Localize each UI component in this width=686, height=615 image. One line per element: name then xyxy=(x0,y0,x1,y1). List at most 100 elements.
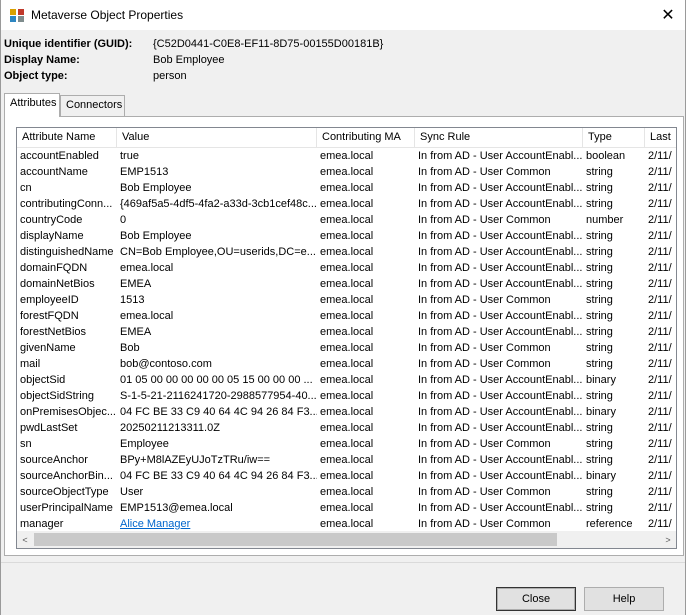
attribute-name-cell: accountName xyxy=(20,166,88,178)
sync-rule-cell: In from AD - User Common xyxy=(418,214,551,226)
table-row[interactable]: mail bob@contoso.com emea.local In from AD … xyxy=(17,357,676,373)
table-row[interactable]: objectSidString S-1-5-21-2116241720-29885… xyxy=(17,389,676,405)
table-row[interactable]: domainNetBios EMEA emea.local In from AD - … xyxy=(17,277,676,293)
last-cell: 2/11/ xyxy=(648,150,672,162)
tab-connectors[interactable]: Connectors xyxy=(60,95,125,116)
sync-rule-cell: In from AD - User AccountEnabl... xyxy=(418,470,583,482)
last-cell: 2/11/ xyxy=(648,198,672,210)
table-row[interactable]: domainFQDN emea.local emea.local In from AD… xyxy=(17,261,676,277)
last-cell: 2/11/ xyxy=(648,422,672,434)
info-value: person xyxy=(153,70,187,82)
type-cell: string xyxy=(586,342,613,354)
table-row[interactable]: cn Bob Employee emea.local In from AD - Use… xyxy=(17,181,676,197)
attribute-name-cell: domainNetBios xyxy=(20,278,95,290)
last-cell: 2/11/ xyxy=(648,214,672,226)
attribute-name-cell: countryCode xyxy=(20,214,83,226)
contributing-ma-cell: emea.local xyxy=(320,278,374,290)
col-last-header[interactable]: Last xyxy=(645,128,676,147)
horizontal-scrollbar[interactable]: < > xyxy=(17,531,676,548)
table-row[interactable]: distinguishedName CN=Bob Employee,OU=user… xyxy=(17,245,676,261)
sync-rule-cell: In from AD - User Common xyxy=(418,342,551,354)
last-cell: 2/11/ xyxy=(648,182,672,194)
type-cell: number xyxy=(586,214,624,226)
table-row[interactable]: sourceAnchor BPy+M8lAZEyUJoTzTRu/iw== emea… xyxy=(17,453,676,469)
contributing-ma-cell: emea.local xyxy=(320,374,374,386)
table-row[interactable]: accountName EMP1513 emea.local In from AD -… xyxy=(17,165,676,181)
contributing-ma-cell: emea.local xyxy=(320,310,374,322)
help-button[interactable]: Help xyxy=(584,587,664,611)
contributing-ma-cell: emea.local xyxy=(320,342,374,354)
attribute-name-cell: domainFQDN xyxy=(20,262,88,274)
close-button[interactable]: Close xyxy=(496,587,576,611)
table-row[interactable]: sourceObjectType User emea.local In from AD… xyxy=(17,485,676,501)
value-cell: BPy+M8lAZEyUJoTzTRu/iw== xyxy=(120,454,271,466)
tab-attributes[interactable]: Attributes xyxy=(4,93,60,117)
last-cell: 2/11/ xyxy=(648,246,672,258)
value-cell: 04 FC BE 33 C9 40 64 4C 94 26 84 F3... xyxy=(120,470,317,482)
last-cell: 2/11/ xyxy=(648,230,672,242)
type-cell: string xyxy=(586,486,613,498)
value-cell: emea.local xyxy=(120,310,174,322)
attribute-name-cell: sn xyxy=(20,438,32,450)
title-bar: Metaverse Object Properties ✕ xyxy=(1,0,685,30)
attribute-name-cell: givenName xyxy=(20,342,76,354)
last-cell: 2/11/ xyxy=(648,326,672,338)
info-label: Display Name: xyxy=(4,54,80,66)
col-sync-rule-header[interactable]: Sync Rule xyxy=(415,128,583,147)
table-row[interactable]: sn Employee emea.local In from AD - User Co… xyxy=(17,437,676,453)
attributes-panel: Attribute Name Value Contributing MA Sync R… xyxy=(4,116,684,556)
table-row[interactable]: forestFQDN emea.local emea.local In from AD… xyxy=(17,309,676,325)
sync-rule-cell: In from AD - User Common xyxy=(418,358,551,370)
value-cell: Bob Employee xyxy=(120,182,192,194)
attribute-name-cell: mail xyxy=(20,358,41,370)
table-row[interactable]: sourceAnchorBin... 04 FC BE 33 C9 40 64 4… xyxy=(17,469,676,485)
table-row[interactable]: accountEnabled true emea.local In from AD -… xyxy=(17,149,676,165)
scroll-left-icon[interactable]: < xyxy=(17,533,33,546)
value-cell: Employee xyxy=(120,438,169,450)
table-row[interactable]: countryCode 0 emea.local In from AD - User … xyxy=(17,213,676,229)
last-cell: 2/11/ xyxy=(648,486,672,498)
value-cell: true xyxy=(120,150,139,162)
table-row[interactable]: displayName Bob Employee emea.local In from… xyxy=(17,229,676,245)
col-value-header[interactable]: Value xyxy=(117,128,317,147)
last-cell: 2/11/ xyxy=(648,278,672,290)
table-row[interactable]: givenName Bob emea.local In from AD - User … xyxy=(17,341,676,357)
contributing-ma-cell: emea.local xyxy=(320,358,374,370)
contributing-ma-cell: emea.local xyxy=(320,262,374,274)
sync-rule-cell: In from AD - User AccountEnabl... xyxy=(418,182,583,194)
last-cell: 2/11/ xyxy=(648,262,672,274)
info-row-object-type: Object type: person xyxy=(4,70,604,86)
type-cell: string xyxy=(586,198,613,210)
attribute-name-cell: forestFQDN xyxy=(20,310,79,322)
type-cell: string xyxy=(586,390,613,402)
table-row[interactable]: pwdLastSet 20250211213311.0Z emea.local In … xyxy=(17,421,676,437)
table-row[interactable]: onPremisesObjec... 04 FC BE 33 C9 40 64 4… xyxy=(17,405,676,421)
table-row[interactable]: userPrincipalName EMP1513@emea.local emea.… xyxy=(17,501,676,517)
type-cell: string xyxy=(586,454,613,466)
table-row[interactable]: contributingConn... {469af5a5-4df5-4fa2-a… xyxy=(17,197,676,213)
col-attribute-name-header[interactable]: Attribute Name xyxy=(17,128,117,147)
sync-rule-cell: In from AD - User AccountEnabl... xyxy=(418,198,583,210)
info-row-guid: Unique identifier (GUID): {C52D0441-C0E8… xyxy=(4,38,604,54)
table-row[interactable]: forestNetBios EMEA emea.local In from AD - … xyxy=(17,325,676,341)
table-row[interactable]: employeeID 1513 emea.local In from AD - Use… xyxy=(17,293,676,309)
type-cell: string xyxy=(586,262,613,274)
scroll-thumb[interactable] xyxy=(34,533,557,546)
value-cell: Bob xyxy=(120,342,140,354)
col-type-header[interactable]: Type xyxy=(583,128,645,147)
value-cell: EMEA xyxy=(120,278,152,290)
value-cell: 01 05 00 00 00 00 00 05 15 00 00 00 ... xyxy=(120,374,313,386)
close-icon[interactable]: ✕ xyxy=(651,0,685,30)
scroll-right-icon[interactable]: > xyxy=(660,533,676,546)
table-row[interactable]: objectSid 01 05 00 00 00 00 00 05 15 00 0… xyxy=(17,373,676,389)
col-contributing-ma-header[interactable]: Contributing MA xyxy=(317,128,415,147)
attribute-name-cell: objectSidString xyxy=(20,390,94,402)
contributing-ma-cell: emea.local xyxy=(320,198,374,210)
last-cell: 2/11/ xyxy=(648,438,672,450)
sync-rule-cell: In from AD - User AccountEnabl... xyxy=(418,230,583,242)
value-cell: EMP1513 xyxy=(120,166,169,178)
window-title: Metaverse Object Properties xyxy=(31,8,184,22)
last-cell: 2/11/ xyxy=(648,502,672,514)
type-cell: string xyxy=(586,166,613,178)
type-cell: string xyxy=(586,438,613,450)
